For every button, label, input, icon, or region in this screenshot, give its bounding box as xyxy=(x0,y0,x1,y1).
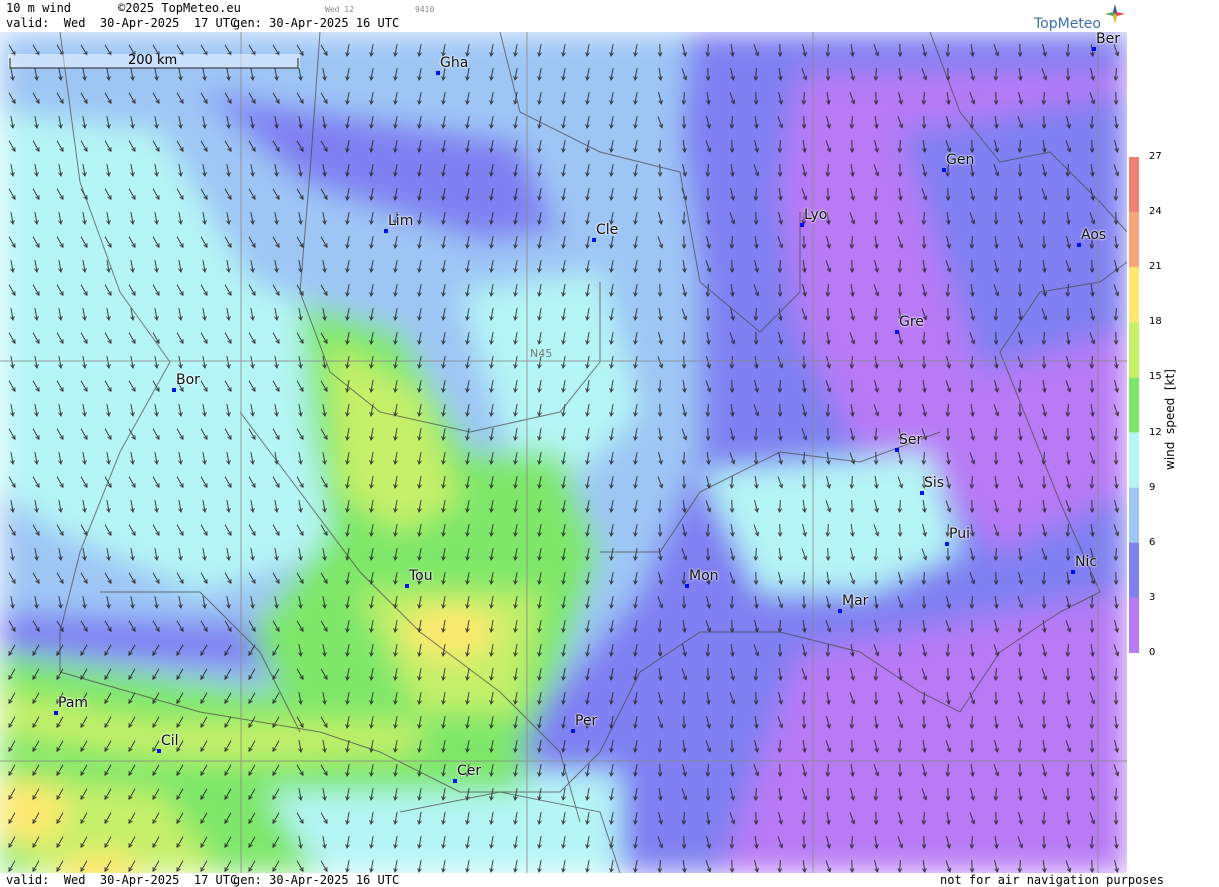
legend-tick-label: 18 xyxy=(1149,316,1162,328)
legend-tick-label: 21 xyxy=(1149,261,1162,273)
legend-swatch xyxy=(1129,267,1139,323)
city-label: Mar xyxy=(842,593,869,609)
city-label: Ber xyxy=(1096,31,1120,47)
city-marker xyxy=(800,223,804,227)
legend-tick-label: 9 xyxy=(1149,481,1156,493)
scale-bar-label: 200 km xyxy=(128,53,178,68)
city-label: Mon xyxy=(689,568,719,584)
city-marker xyxy=(384,229,388,233)
legend-swatch xyxy=(1129,432,1139,489)
legend-tick-label: 12 xyxy=(1149,426,1162,438)
legend-tick-label: 15 xyxy=(1149,371,1162,383)
footer: valid: Wed 30-Apr-2025 17 UTC gen: 30-Ap… xyxy=(0,873,1164,887)
city-label: Bor xyxy=(176,372,200,388)
city-marker xyxy=(1071,570,1075,574)
city-marker xyxy=(942,168,946,172)
city-label: Lyo xyxy=(804,207,828,223)
legend-tick-label: 3 xyxy=(1149,591,1156,603)
day-code: Wed 12 xyxy=(325,5,354,14)
copyright: ©2025 TopMeteo.eu xyxy=(118,1,241,15)
legend-tick-label: 0 xyxy=(1149,647,1156,658)
city-label: Gre xyxy=(899,314,924,330)
city-label: Nic xyxy=(1075,554,1098,570)
city-marker xyxy=(592,238,596,242)
city-marker xyxy=(895,330,899,334)
code-small: 9410 xyxy=(415,5,435,14)
legend-swatch xyxy=(1129,212,1139,268)
city-label: Gen xyxy=(946,152,975,168)
legend-swatch xyxy=(1129,377,1139,434)
legend-tick-label: 6 xyxy=(1149,536,1156,548)
city-marker xyxy=(405,584,409,588)
city-marker xyxy=(945,542,949,546)
legend-swatch xyxy=(1129,322,1139,378)
valid-time: valid: Wed 30-Apr-2025 17 UTC xyxy=(6,16,238,30)
legend-title: wind speed [kt] xyxy=(1163,369,1177,470)
city-label: Gha xyxy=(440,55,469,71)
wind-speed-legend xyxy=(1129,157,1139,653)
footer-valid-time: valid: Wed 30-Apr-2025 17 UTC xyxy=(6,873,238,887)
gridline-label: N45 xyxy=(530,347,553,360)
city-label: Cle xyxy=(596,222,619,238)
city-marker xyxy=(1077,243,1081,247)
city-label: Pui xyxy=(949,526,970,542)
logo-text: TopMeteo xyxy=(1034,16,1101,32)
city-label: Lim xyxy=(388,213,414,229)
city-marker xyxy=(895,448,899,452)
legend-swatch xyxy=(1129,157,1139,213)
legend-swatch xyxy=(1129,487,1139,544)
city-marker xyxy=(453,779,457,783)
city-label: Cil xyxy=(161,733,179,749)
city-marker xyxy=(571,729,575,733)
city-label: Ser xyxy=(899,432,923,448)
city-label: Tou xyxy=(409,568,433,584)
legend-tick-label: 27 xyxy=(1149,151,1162,162)
city-marker xyxy=(920,491,924,495)
city-marker xyxy=(436,71,440,75)
city-label: Per xyxy=(575,713,598,729)
city-marker xyxy=(172,388,176,392)
legend-tick-label: 24 xyxy=(1149,206,1162,218)
city-label: Sis xyxy=(924,475,945,491)
city-marker xyxy=(685,584,689,588)
city-marker xyxy=(157,749,161,753)
city-marker xyxy=(54,711,58,715)
city-marker xyxy=(838,609,842,613)
city-label: Aos xyxy=(1081,227,1107,243)
disclaimer: not for air navigation purposes xyxy=(940,873,1164,887)
city-marker xyxy=(1092,47,1096,51)
generated-time: gen: 30-Apr-2025 16 UTC xyxy=(233,16,400,30)
city-label: Pam xyxy=(58,695,89,711)
footer-generated-time: gen: 30-Apr-2025 16 UTC xyxy=(233,873,400,887)
legend-swatch xyxy=(1129,597,1139,653)
product-title: 10 m wind xyxy=(6,1,72,15)
city-label: Cer xyxy=(457,763,482,779)
legend-swatch xyxy=(1129,542,1139,599)
